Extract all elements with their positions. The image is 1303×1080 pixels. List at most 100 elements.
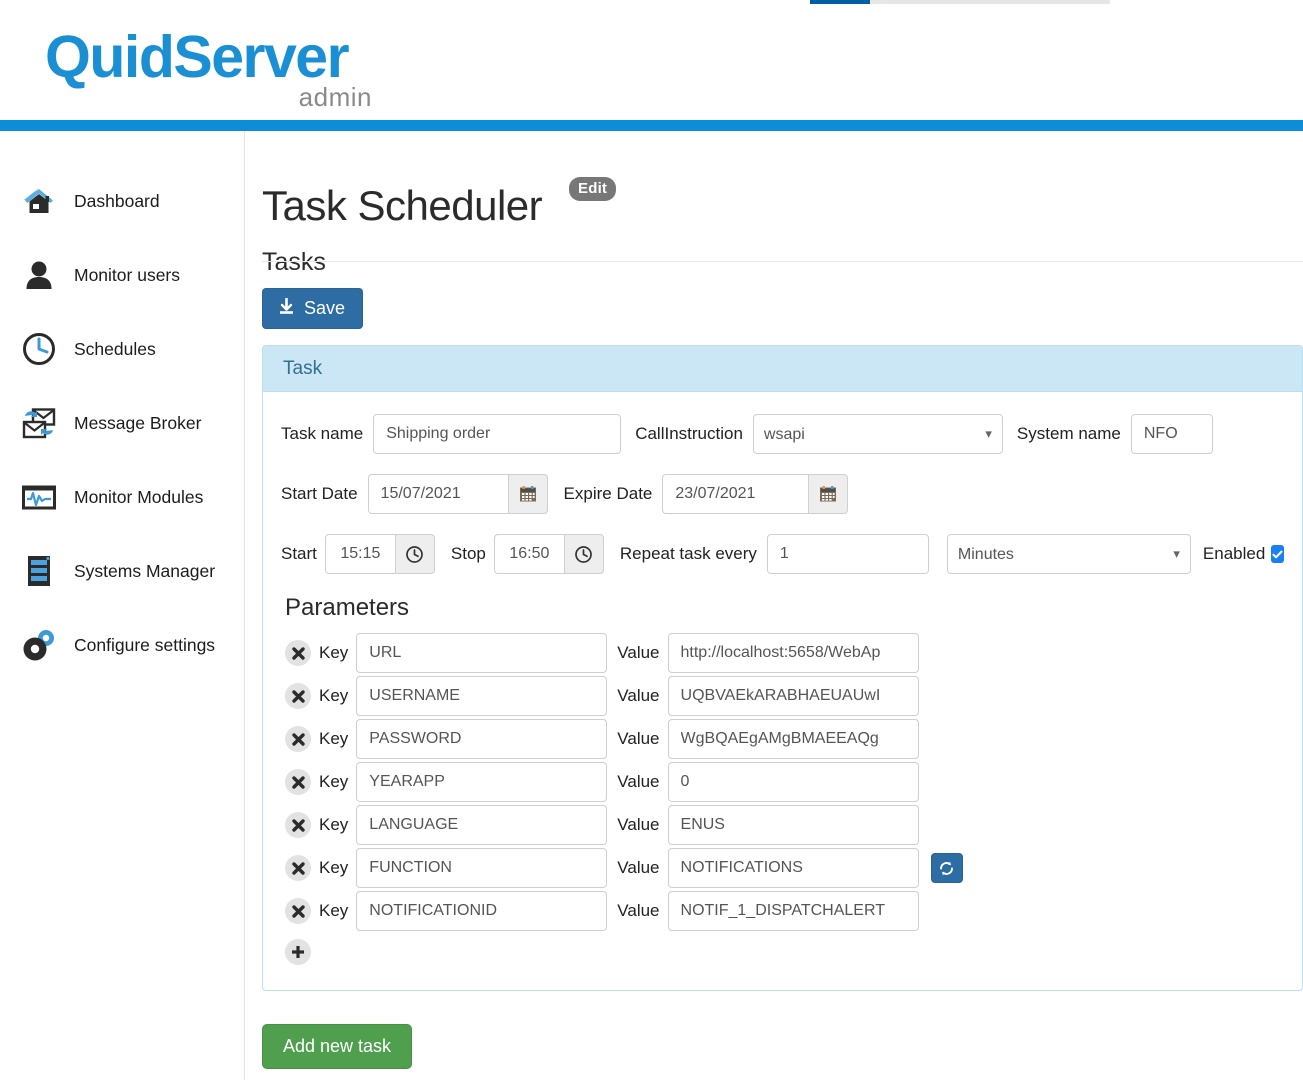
expire-date-input[interactable]	[662, 474, 809, 514]
waveform-monitor-icon	[18, 476, 60, 518]
parameter-value-label: Value	[617, 858, 660, 877]
sidebar-item-monitor-modules[interactable]: Monitor Modules	[18, 469, 238, 525]
server-rack-icon	[18, 550, 60, 592]
delete-parameter-icon[interactable]	[285, 683, 311, 709]
sidebar-item-label: Message Broker	[74, 412, 202, 433]
save-icon	[278, 297, 295, 320]
parameter-key-label: Key	[319, 901, 349, 920]
expire-date-label: Expire Date	[563, 484, 653, 503]
task-panel-body: Task name CallInstruction wsapi ▾ System…	[263, 392, 1302, 965]
start-time-input[interactable]	[324, 534, 395, 574]
task-name-input[interactable]	[373, 414, 622, 454]
parameter-key-label: Key	[319, 686, 349, 705]
parameter-row: Key Value	[281, 718, 1284, 760]
parameter-row: Key Value	[281, 761, 1284, 803]
parameter-value-input[interactable]	[667, 805, 919, 845]
sidebar-item-label: Configure settings	[74, 634, 216, 655]
sidebar-item-monitor-users[interactable]: Monitor users	[18, 247, 238, 303]
stop-time-label: Stop	[450, 544, 486, 563]
repeat-unit-select-wrap: Minutes ▾	[946, 534, 1191, 574]
delete-parameter-icon[interactable]	[285, 812, 311, 838]
repeat-task-label: Repeat task every	[619, 544, 757, 563]
sidebar-item-label: Monitor Modules	[74, 486, 204, 507]
parameter-key-input[interactable]	[356, 762, 608, 802]
sidebar-item-configure-settings[interactable]: Configure settings	[18, 617, 238, 673]
repeat-unit-select[interactable]: Minutes	[946, 534, 1191, 574]
parameter-key-label: Key	[319, 643, 349, 662]
task-times-row: Start Stop	[281, 534, 1285, 574]
add-new-task-button[interactable]: Add new task	[262, 1024, 413, 1069]
start-time-group	[324, 534, 435, 574]
parameter-value-input[interactable]	[667, 633, 919, 673]
sidebar-item-label: Monitor users	[74, 264, 181, 285]
refresh-parameter-button[interactable]	[930, 853, 963, 883]
parameters-list: Key Value Key Value Key Value Key Value Key Value…	[281, 632, 1284, 932]
parameter-key-label: Key	[319, 772, 349, 791]
clock-icon[interactable]	[563, 534, 604, 574]
edit-badge[interactable]: Edit	[569, 177, 617, 201]
home-icon	[18, 180, 60, 222]
parameter-value-label: Value	[617, 729, 660, 748]
parameter-row: Key Value	[281, 632, 1284, 674]
delete-parameter-icon[interactable]	[285, 640, 311, 666]
parameter-key-input[interactable]	[356, 805, 608, 845]
parameter-key-label: Key	[319, 729, 349, 748]
header-accent-bar	[0, 120, 1303, 131]
envelope-sync-icon	[18, 402, 60, 444]
start-date-input[interactable]	[367, 474, 508, 514]
parameter-value-input[interactable]	[667, 719, 919, 759]
clock-icon[interactable]	[394, 534, 435, 574]
add-parameter-button[interactable]	[285, 939, 311, 965]
sidebar: Dashboard Monitor users Schedules Messag…	[0, 131, 245, 1080]
calendar-icon[interactable]	[507, 474, 548, 514]
call-instruction-select-wrap: wsapi ▾	[752, 414, 1003, 454]
parameter-value-input[interactable]	[667, 891, 919, 931]
call-instruction-select[interactable]: wsapi	[752, 414, 1003, 454]
calendar-icon[interactable]	[808, 474, 849, 514]
task-panel: Task Task name CallInstruction wsapi ▾ S…	[262, 345, 1303, 991]
parameter-value-input[interactable]	[667, 848, 919, 888]
parameter-value-label: Value	[617, 901, 660, 920]
sidebar-item-dashboard[interactable]: Dashboard	[18, 173, 238, 229]
parameter-key-input[interactable]	[356, 848, 608, 888]
section-divider	[262, 261, 1303, 262]
parameter-row: Key Value	[281, 847, 1284, 889]
save-button[interactable]: Save	[262, 288, 364, 329]
stop-time-input[interactable]	[493, 534, 564, 574]
brand-logo-main: QuidServer	[45, 24, 350, 90]
page-title: Task Scheduler	[262, 182, 543, 230]
top-strip-active-segment	[810, 0, 870, 4]
site-header: QuidServer admin	[0, 6, 1303, 120]
task-dates-row: Start Date 15/07/2021 Expire Date 23/07/…	[281, 474, 1284, 514]
sidebar-item-label: Dashboard	[74, 190, 160, 211]
sidebar-item-message-broker[interactable]: Message Broker	[18, 395, 238, 451]
sidebar-item-label: Schedules	[74, 338, 156, 359]
parameter-key-input[interactable]	[356, 891, 608, 931]
delete-parameter-icon[interactable]	[285, 726, 311, 752]
expire-date-group	[662, 474, 849, 514]
system-name-input[interactable]	[1130, 414, 1213, 454]
parameter-key-input[interactable]	[356, 676, 608, 716]
repeat-interval-input[interactable]	[766, 534, 929, 574]
parameter-row: Key Value	[281, 890, 1284, 932]
top-strip-track	[870, 0, 1110, 4]
stop-time-group	[493, 534, 604, 574]
parameter-key-input[interactable]	[356, 633, 608, 673]
add-new-task-label: Add new task	[283, 1036, 392, 1056]
parameter-value-input[interactable]	[667, 762, 919, 802]
brand-logo-sub: admin	[298, 82, 372, 112]
system-name-label: System name	[1016, 424, 1121, 443]
sidebar-item-schedules[interactable]: Schedules	[18, 321, 238, 377]
brand-logo[interactable]: QuidServer admin	[45, 28, 375, 114]
parameter-key-input[interactable]	[356, 719, 608, 759]
delete-parameter-icon[interactable]	[285, 898, 311, 924]
delete-parameter-icon[interactable]	[285, 769, 311, 795]
enabled-checkbox[interactable]	[1271, 545, 1285, 563]
delete-parameter-icon[interactable]	[285, 855, 311, 881]
user-icon	[18, 254, 60, 296]
clock-icon	[18, 328, 60, 370]
parameter-key-label: Key	[319, 815, 349, 834]
sidebar-item-systems-manager[interactable]: Systems Manager	[18, 543, 238, 599]
parameter-value-input[interactable]	[667, 676, 919, 716]
enabled-label: Enabled	[1202, 544, 1266, 563]
